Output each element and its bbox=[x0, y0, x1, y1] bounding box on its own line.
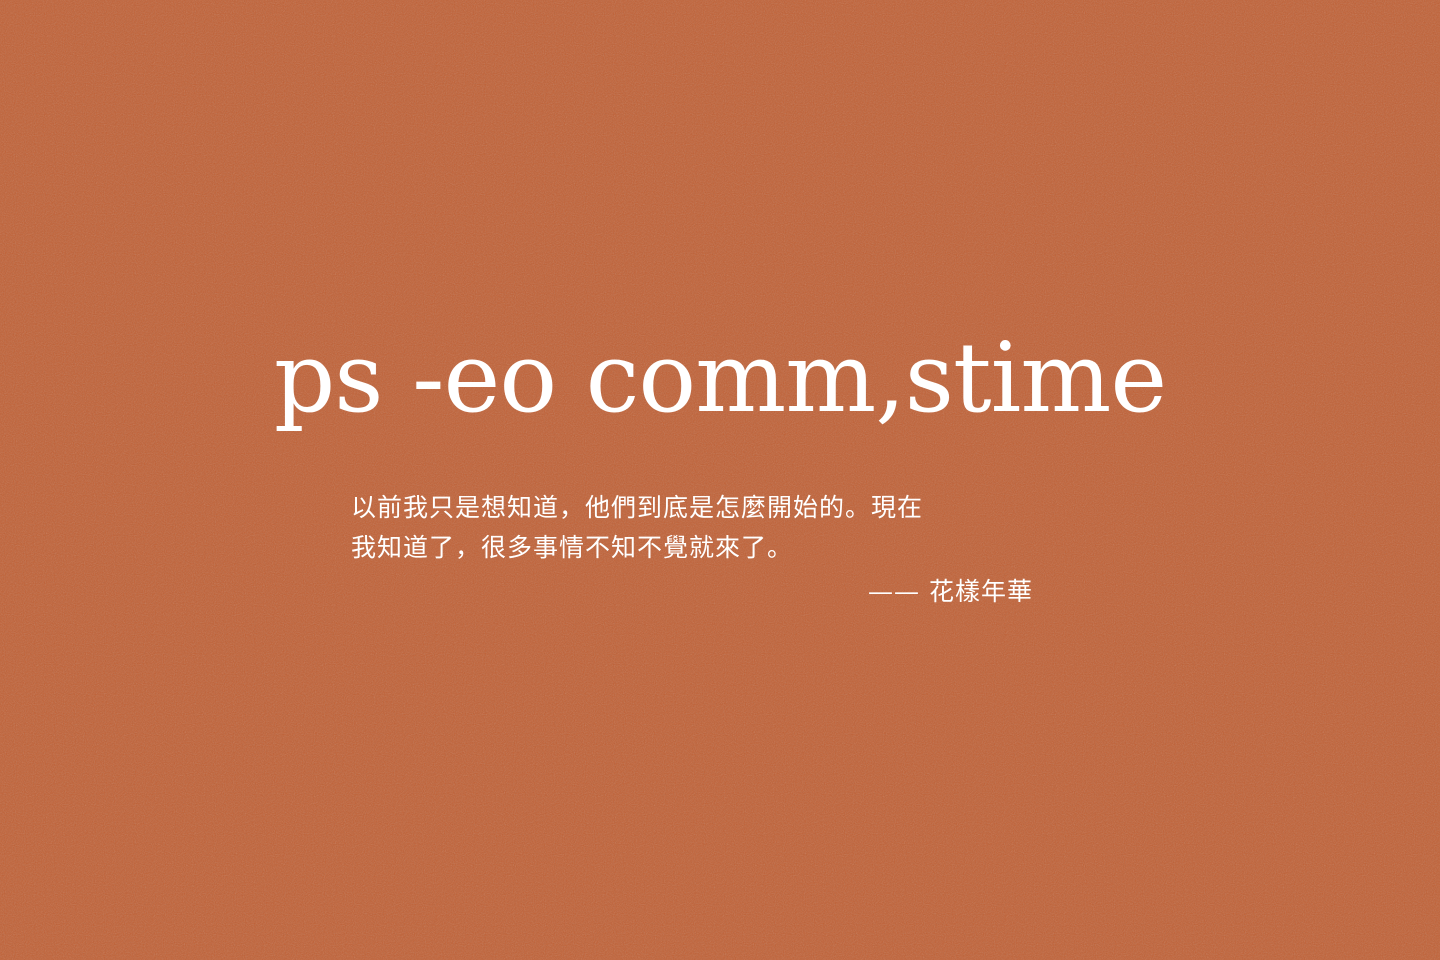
quote-block: 以前我只是想知道，他們到底是怎麼開始的。現在 我知道了，很多事情不知不覺就來了。 bbox=[351, 488, 1131, 568]
page-content: ps -eo comm,stime 以前我只是想知道，他們到底是怎麼開始的。現在… bbox=[0, 0, 1440, 960]
quote-line: 我知道了，很多事情不知不覺就來了。 bbox=[351, 533, 794, 562]
quote-line: 以前我只是想知道，他們到底是怎麼開始的。現在 bbox=[351, 493, 924, 522]
quote-attribution: —— 花樣年華 bbox=[868, 577, 1033, 606]
headline-command: ps -eo comm,stime bbox=[273, 322, 1167, 434]
